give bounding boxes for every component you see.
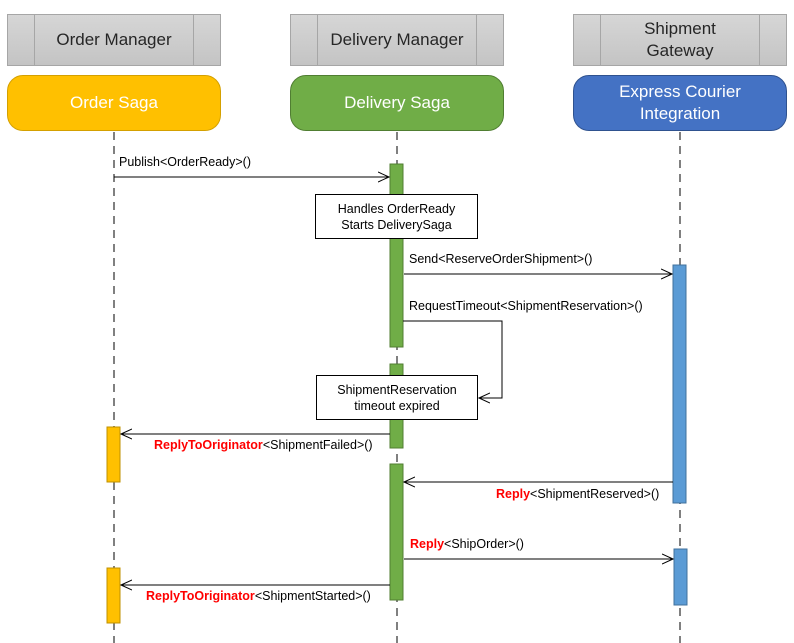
participant-express-courier-integration: Express Courier Integration: [573, 75, 787, 131]
participant-order-saga: Order Saga: [7, 75, 221, 131]
activation-courier-2: [673, 548, 688, 606]
message-label-request-timeout: RequestTimeout<ShipmentReservation>(): [409, 299, 643, 313]
activation-order-2: [106, 567, 121, 624]
participant-header-shipment-gateway: Shipment Gateway: [573, 14, 787, 66]
keyword-reply: Reply: [496, 487, 531, 501]
keyword-reply-to-originator: ReplyToOriginator: [154, 438, 263, 452]
keyword-reply: Reply: [410, 537, 445, 551]
message-label-reply-shipmentstarted: ReplyToOriginator<ShipmentStarted>(): [146, 589, 371, 603]
activation-delivery-3: [389, 463, 404, 601]
message-label-publish-orderready: Publish<OrderReady>(): [119, 155, 252, 169]
message-label-reply-shipmentfailed: ReplyToOriginator<ShipmentFailed>(): [154, 438, 373, 452]
activation-courier-1: [672, 264, 687, 504]
participant-header-delivery-manager: Delivery Manager: [290, 14, 504, 66]
message-label-reply-shipmentreserved: Reply<ShipmentReserved>(): [496, 487, 660, 501]
participant-header-order-manager: Order Manager: [7, 14, 221, 66]
note-handles-orderready: Handles OrderReady Starts DeliverySaga: [315, 194, 478, 239]
message-label-reply-shiporder: Reply<ShipOrder>(): [410, 537, 524, 551]
activation-order-1: [106, 426, 121, 483]
message-label-send-reserve: Send<ReserveOrderShipment>(): [409, 252, 593, 266]
activation-delivery-1: [389, 163, 404, 348]
keyword-reply-to-originator: ReplyToOriginator: [146, 589, 255, 603]
participant-delivery-saga: Delivery Saga: [290, 75, 504, 131]
note-timeout-expired: ShipmentReservation timeout expired: [316, 375, 478, 420]
